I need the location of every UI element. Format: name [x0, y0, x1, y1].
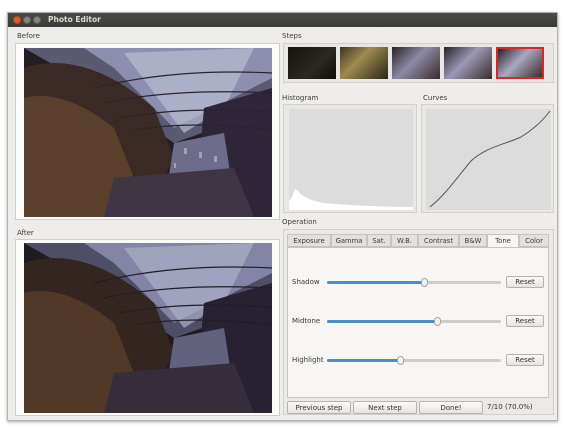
midtone-slider[interactable] [327, 317, 501, 326]
operation-label: Operation [282, 218, 317, 226]
before-photo [24, 48, 272, 217]
tab-white-balance[interactable]: W.B. [391, 234, 418, 247]
tab-exposure[interactable]: Exposure [287, 234, 331, 247]
step-thumbnail[interactable] [288, 47, 336, 79]
curves-plot [426, 109, 551, 210]
histogram-panel [283, 104, 417, 213]
maximize-window-icon[interactable] [33, 16, 41, 24]
progress-status: 7/10 (70.0%) [487, 403, 533, 411]
curves-panel [421, 104, 554, 213]
tab-contrast[interactable]: Contrast [418, 234, 459, 247]
midtone-label: Midtone [292, 317, 321, 325]
tab-tone[interactable]: Tone [487, 234, 519, 248]
after-label: After [17, 229, 34, 237]
museum-photo-before [24, 48, 272, 217]
tab-saturation[interactable]: Sat. [367, 234, 391, 247]
histogram-graph [289, 189, 413, 210]
midtone-slider-fill [327, 320, 437, 323]
before-label: Before [17, 32, 40, 40]
step-thumbnail[interactable] [340, 47, 388, 79]
histogram-label: Histogram [282, 94, 319, 102]
previous-step-button[interactable]: Previous step [287, 401, 351, 414]
midtone-reset-button[interactable]: Reset [506, 315, 544, 327]
after-photo [24, 243, 272, 413]
tab-color[interactable]: Color [519, 234, 549, 247]
title-bar: Photo Editor [8, 13, 557, 27]
before-image-frame [15, 43, 280, 220]
highlight-reset-button[interactable]: Reset [506, 354, 544, 366]
step-thumbnail-selected[interactable] [496, 47, 544, 79]
tab-black-white[interactable]: B&W [459, 234, 487, 247]
highlight-slider-fill [327, 359, 401, 362]
tab-gamma[interactable]: Gamma [331, 234, 367, 247]
steps-panel [283, 43, 554, 83]
shadow-reset-button[interactable]: Reset [506, 276, 544, 288]
step-thumbnail[interactable] [392, 47, 440, 79]
shadow-slider-fill [327, 281, 425, 284]
curves-label: Curves [423, 94, 448, 102]
highlight-slider-handle[interactable] [397, 356, 405, 365]
step-thumbnail[interactable] [444, 47, 492, 79]
shadow-label: Shadow [292, 278, 320, 286]
done-button[interactable]: Done! [419, 401, 483, 414]
next-step-button[interactable]: Next step [353, 401, 417, 414]
window-title: Photo Editor [48, 15, 101, 24]
highlight-label: Highlight [292, 356, 324, 364]
minimize-window-icon[interactable] [23, 16, 31, 24]
midtone-slider-handle[interactable] [433, 317, 441, 326]
museum-photo-after [24, 243, 272, 413]
highlight-slider[interactable] [327, 356, 501, 365]
curves-graph [429, 110, 551, 208]
steps-label: Steps [282, 32, 302, 40]
close-window-icon[interactable] [13, 16, 21, 24]
histogram-plot [289, 109, 413, 210]
shadow-slider[interactable] [327, 278, 501, 287]
after-image-frame [15, 239, 280, 416]
